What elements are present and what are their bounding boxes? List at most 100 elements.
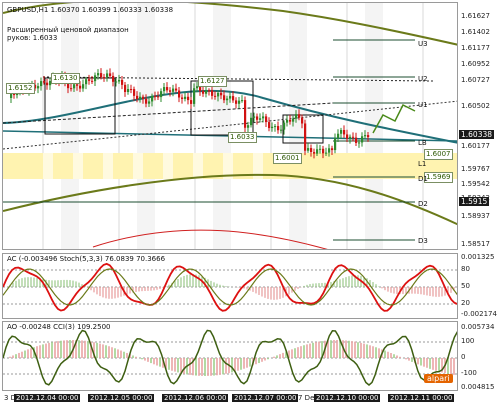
ao-header: AO -0.00248 CCI(3) 109.2500 bbox=[7, 323, 111, 331]
candle bbox=[94, 72, 97, 87]
level-lb: LB bbox=[418, 139, 427, 147]
ao-axis: 0.005734 100 0 -100 0.004815 bbox=[461, 323, 495, 391]
stoch-header: AC (-0.003496 Stoch(5,3,3) 76.0839 70.36… bbox=[7, 255, 166, 263]
alpari-logo: alpari bbox=[424, 374, 453, 383]
candle bbox=[361, 132, 364, 147]
d2-price-box: 1.5915 bbox=[459, 197, 490, 206]
candle bbox=[265, 113, 268, 128]
candle bbox=[37, 82, 40, 94]
candle bbox=[175, 83, 178, 93]
candle bbox=[346, 129, 349, 142]
candle bbox=[133, 86, 136, 101]
price-label-3: 1.6127 bbox=[198, 76, 227, 87]
time-tick: 2012.12.10 00:00 bbox=[314, 394, 381, 402]
candle bbox=[337, 129, 340, 143]
candle bbox=[286, 115, 289, 127]
candle bbox=[319, 144, 322, 154]
price-tick: 1.58937 bbox=[461, 212, 490, 220]
candle bbox=[244, 96, 247, 133]
time-tick: 2012.12.11 00:00 bbox=[388, 394, 455, 402]
time-axis[interactable]: 3 Dec 2012.12.04 00:00 2012.12.05 00:00 … bbox=[2, 392, 458, 406]
price-tick: 1.60952 bbox=[461, 60, 490, 68]
candle bbox=[340, 127, 343, 139]
candle bbox=[238, 96, 241, 109]
price-tick: 1.61627 bbox=[461, 12, 490, 20]
level-d3: D3 bbox=[418, 237, 428, 245]
price-tick: 1.60502 bbox=[461, 102, 490, 110]
main-price-chart[interactable]: GBPUSD,H1 1.60370 1.60399 1.60333 1.6033… bbox=[2, 2, 458, 250]
candle bbox=[130, 84, 133, 94]
candle bbox=[355, 132, 358, 146]
price-tick: 1.61402 bbox=[461, 28, 490, 36]
level-d2: D2 bbox=[418, 200, 428, 208]
current-price-box: 1.60338 bbox=[459, 130, 495, 139]
candle bbox=[343, 125, 346, 138]
candle bbox=[82, 79, 85, 92]
candle bbox=[304, 119, 307, 156]
time-tick: 2012.12.05 00:00 bbox=[88, 394, 155, 402]
price-label-4: 1.6033 bbox=[228, 132, 257, 143]
candle bbox=[178, 86, 181, 103]
level-u2: U2 bbox=[418, 75, 428, 83]
stochastic-canvas bbox=[3, 262, 457, 312]
candle bbox=[307, 143, 310, 153]
candle bbox=[109, 68, 112, 78]
candle bbox=[85, 76, 88, 90]
candle bbox=[274, 123, 277, 132]
candle bbox=[88, 74, 91, 85]
candle bbox=[259, 113, 262, 123]
info-line-1: Расширенный ценовой диапазон bbox=[7, 26, 129, 34]
candle bbox=[352, 132, 355, 142]
price-label-1: 1.6152 bbox=[6, 83, 35, 94]
candle bbox=[241, 95, 244, 103]
candle bbox=[121, 75, 124, 90]
price-label-2: 1.6130 bbox=[51, 73, 80, 84]
info-line-2: руков: 1.6033 bbox=[7, 34, 58, 42]
time-tick: 2012.12.04 00:00 bbox=[14, 394, 81, 402]
candle bbox=[280, 125, 283, 134]
candle bbox=[205, 85, 208, 98]
price-chart-canvas bbox=[3, 3, 457, 249]
candle bbox=[112, 72, 115, 87]
candle bbox=[262, 112, 265, 123]
level-d1: D1 bbox=[418, 175, 428, 183]
price-tick: 1.61177 bbox=[461, 44, 490, 52]
price-tick: 1.58517 bbox=[461, 240, 490, 248]
candle bbox=[169, 87, 172, 97]
candle bbox=[124, 81, 127, 97]
price-tick: 1.59767 bbox=[461, 165, 490, 173]
price-label-6: 1.6007 bbox=[424, 149, 453, 160]
candle bbox=[235, 97, 238, 109]
candle bbox=[118, 74, 121, 84]
price-axis[interactable]: 1.61627 1.61402 1.61177 1.60952 1.60727 … bbox=[459, 2, 500, 250]
candle bbox=[334, 133, 337, 154]
level-u1: U1 bbox=[418, 101, 428, 109]
ao-canvas bbox=[3, 329, 457, 386]
price-label-5: 1.6001 bbox=[273, 153, 302, 164]
ao-cci-panel[interactable]: AO -0.00248 CCI(3) 109.2500 bbox=[2, 321, 458, 391]
level-l1: L1 bbox=[418, 160, 427, 168]
candle bbox=[187, 92, 190, 105]
candle bbox=[160, 88, 163, 102]
candle bbox=[166, 82, 169, 93]
candle bbox=[277, 121, 280, 134]
candle bbox=[127, 84, 130, 95]
candle bbox=[103, 73, 106, 82]
candle bbox=[106, 69, 109, 82]
candle bbox=[202, 86, 205, 97]
time-tick: 2012.12.07 00:00 bbox=[232, 394, 299, 402]
candle bbox=[268, 117, 271, 132]
candle bbox=[211, 85, 214, 100]
price-tick: 1.60177 bbox=[461, 142, 490, 150]
stoch-axis: 0.001325 80 50 20 -0.002174 bbox=[461, 253, 497, 318]
time-tick: 2012.12.06 00:00 bbox=[162, 394, 229, 402]
stochastic-panel[interactable]: AC (-0.003496 Stoch(5,3,3) 76.0839 70.36… bbox=[2, 253, 458, 319]
candle bbox=[46, 79, 49, 90]
candle bbox=[256, 113, 259, 125]
candle bbox=[181, 94, 184, 104]
price-tick: 1.60727 bbox=[461, 76, 490, 84]
price-label-7: 1.5969 bbox=[424, 172, 453, 183]
price-tick: 1.59542 bbox=[461, 180, 490, 188]
candle bbox=[250, 112, 253, 128]
level-u3: U3 bbox=[418, 40, 428, 48]
